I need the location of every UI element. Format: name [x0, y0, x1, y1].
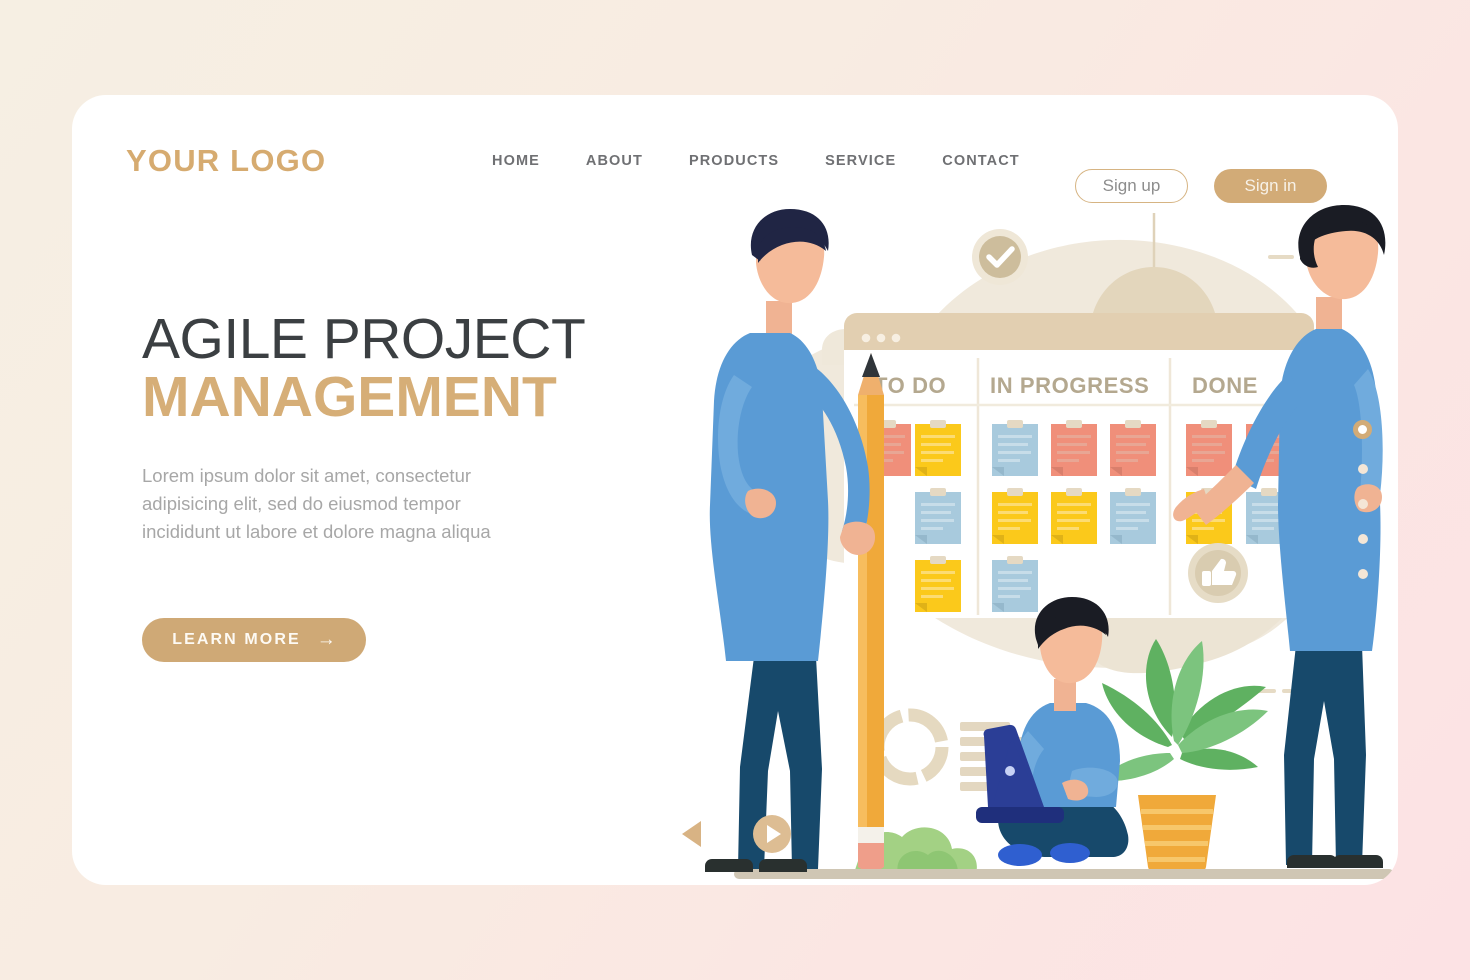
hero-paragraph: Lorem ipsum dolor sit amet, consectetur … — [142, 465, 491, 542]
nav-item-products[interactable]: PRODUCTS — [689, 153, 779, 169]
sticky-note — [915, 556, 961, 612]
sticky-note — [1186, 420, 1232, 476]
landing-card: YOUR LOGO HOME ABOUT PRODUCTS SERVICE CO… — [72, 95, 1398, 885]
sticky-note — [1110, 420, 1156, 476]
sticky-note — [1110, 488, 1156, 544]
pagination-dot-3[interactable] — [1357, 499, 1368, 509]
carousel-controls — [682, 815, 791, 853]
nav-item-contact[interactable]: CONTACT — [942, 153, 1020, 169]
carousel-prev-icon[interactable] — [682, 821, 701, 847]
sign-in-button[interactable]: Sign in — [1214, 169, 1327, 203]
site-logo[interactable]: YOUR LOGO — [126, 143, 326, 179]
sticky-note — [992, 488, 1038, 544]
sticky-note — [992, 420, 1038, 476]
sticky-note — [915, 488, 961, 544]
hero-section: AGILE PROJECT MANAGEMENT Lorem ipsum dol… — [142, 310, 702, 662]
nav-item-home[interactable]: HOME — [492, 153, 540, 169]
standing-person-with-pencil — [705, 209, 876, 872]
check-badge-icon — [972, 229, 1028, 285]
slide-pagination — [1353, 420, 1372, 579]
arrow-right-icon: → — [316, 628, 336, 650]
page-title-line2: MANAGEMENT — [142, 365, 557, 430]
giant-pencil-icon — [858, 353, 884, 875]
column-title-inprogress: IN PROGRESS — [990, 373, 1149, 398]
nav-item-service[interactable]: SERVICE — [825, 153, 896, 169]
column-title-todo: TO DO — [874, 373, 946, 398]
carousel-play-button[interactable] — [753, 815, 791, 853]
site-header: YOUR LOGO HOME ABOUT PRODUCTS SERVICE CO… — [72, 95, 1398, 215]
play-icon — [767, 825, 781, 843]
pagination-dot-2[interactable] — [1357, 464, 1368, 474]
pagination-dot-1[interactable] — [1353, 420, 1372, 439]
hero-illustration: TO DO IN PROGRESS DONE — [672, 205, 1398, 885]
column-title-done: DONE — [1192, 373, 1258, 398]
page-title-line1: AGILE PROJECT — [142, 307, 586, 371]
sticky-note — [1051, 420, 1097, 476]
donut-chart-icon — [871, 708, 949, 786]
sticky-note — [992, 556, 1038, 612]
thumbs-up-badge-icon — [1188, 543, 1248, 603]
sign-up-button[interactable]: Sign up — [1075, 169, 1188, 203]
sticky-note — [1051, 488, 1097, 544]
main-navigation: HOME ABOUT PRODUCTS SERVICE CONTACT — [492, 153, 1020, 169]
sticky-note — [915, 420, 961, 476]
pagination-dot-4[interactable] — [1357, 534, 1368, 544]
nav-item-about[interactable]: ABOUT — [586, 153, 643, 169]
pagination-dot-5[interactable] — [1357, 569, 1368, 579]
ground-line — [734, 869, 1394, 879]
page-title: AGILE PROJECT MANAGEMENT — [142, 310, 702, 426]
learn-more-label: LEARN MORE — [172, 630, 301, 648]
learn-more-button[interactable]: LEARN MORE → — [142, 617, 366, 662]
